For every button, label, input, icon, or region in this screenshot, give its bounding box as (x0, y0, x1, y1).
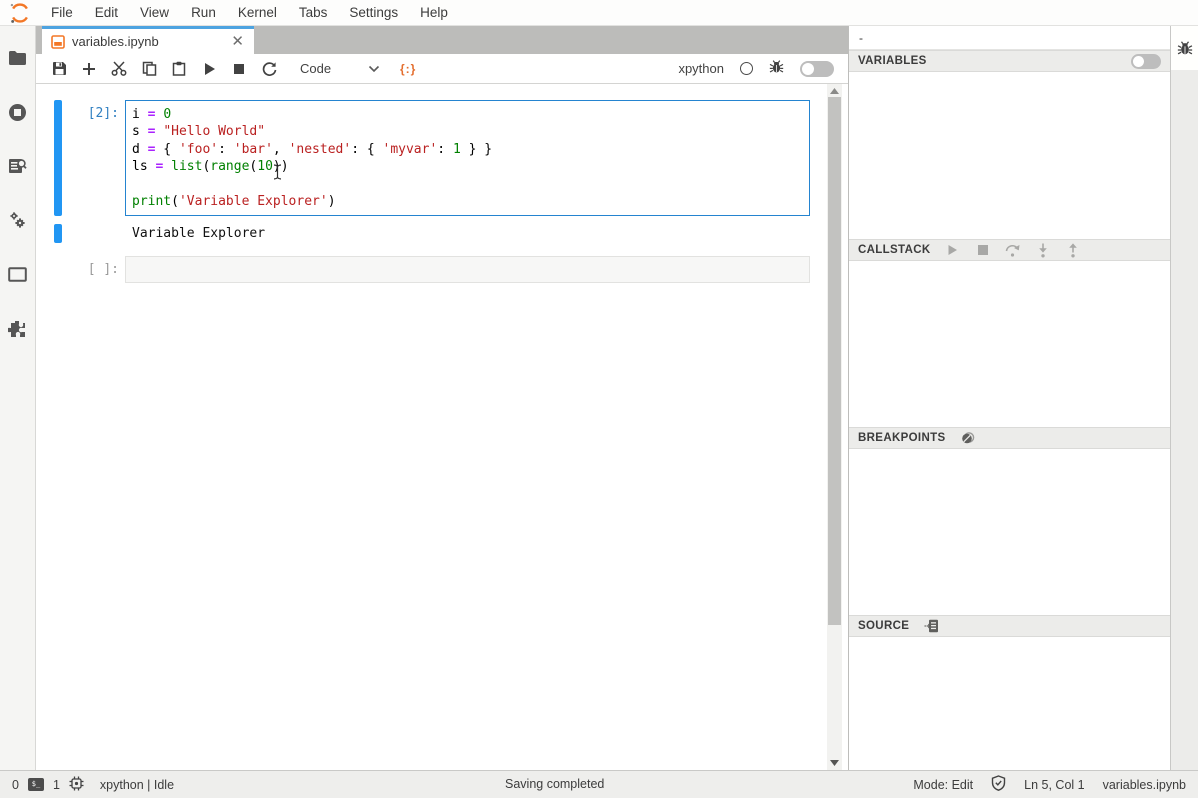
callstack-section-header[interactable]: CALLSTACK (849, 239, 1170, 261)
terminals-count: 0 (12, 778, 19, 792)
variables-section-header[interactable]: VARIABLES (849, 50, 1170, 72)
variables-toggle[interactable] (1131, 54, 1161, 69)
open-source-icon[interactable] (923, 618, 939, 634)
step-over-icon[interactable] (1005, 242, 1021, 258)
open-tabs-icon[interactable] (8, 264, 28, 284)
menu-help[interactable]: Help (409, 0, 459, 26)
empty-code-editor[interactable] (125, 256, 810, 283)
main-dock-panel: variables.ipynb ✕ (36, 26, 848, 770)
input-collapser-hidden (54, 256, 62, 283)
notebook-scrollbar[interactable] (827, 84, 842, 770)
cell-type-value: Code (300, 61, 331, 76)
input-collapser[interactable] (54, 100, 62, 216)
property-inspector-icon[interactable] (8, 156, 28, 176)
code-editor[interactable]: i = 0s = "Hello World"d = { 'foo': 'bar'… (125, 100, 810, 216)
status-bar: 0 $_ 1 xpython | Idle Saving completed M… (0, 770, 1198, 798)
empty-code-cell[interactable]: [ ]: (36, 256, 827, 283)
jupyterlab-window: File Edit View Run Kernel Tabs Settings … (0, 0, 1198, 798)
terminate-icon[interactable] (975, 242, 991, 258)
active-file-name: variables.ipynb (1103, 778, 1186, 792)
kernel-chip-icon (69, 776, 84, 794)
scrollbar-thumb[interactable] (828, 97, 841, 625)
tab-title: variables.ipynb (72, 34, 222, 49)
stop-kernel-icon[interactable] (224, 56, 254, 82)
callstack-body (849, 261, 1170, 427)
sessions-indicator[interactable]: 0 $_ 1 (12, 776, 84, 794)
toggle-knob (802, 63, 814, 75)
debugger-bug-icon (1177, 40, 1193, 56)
trust-shield-icon[interactable] (991, 775, 1006, 794)
status-message: Saving completed (505, 771, 604, 798)
source-body (849, 637, 1170, 770)
source-label: SOURCE (858, 620, 909, 632)
step-out-icon[interactable] (1065, 242, 1081, 258)
format-braces-icon[interactable]: {:} (400, 62, 416, 76)
debugger-panel-title: - (849, 26, 1170, 50)
add-cell-icon[interactable] (74, 56, 104, 82)
extension-puzzle-icon[interactable] (8, 318, 28, 338)
breakpoints-section-header[interactable]: BREAKPOINTS (849, 427, 1170, 449)
tab-close-icon[interactable]: ✕ (229, 34, 246, 49)
gears-icon[interactable] (8, 210, 28, 230)
dock-tabbar: variables.ipynb ✕ (36, 26, 848, 54)
variables-body (849, 72, 1170, 239)
debugger-panel: - VARIABLES CALLSTACK (848, 26, 1170, 770)
debugger-toggle[interactable] (800, 61, 834, 77)
callstack-label: CALLSTACK (858, 244, 931, 256)
copy-cell-icon[interactable] (134, 56, 164, 82)
step-in-icon[interactable] (1035, 242, 1051, 258)
cell-output-row: Variable Explorer (36, 224, 827, 243)
kernel-name-button[interactable]: xpython (678, 61, 724, 76)
run-cell-icon[interactable] (194, 56, 224, 82)
empty-input-prompt: [ ]: (62, 256, 125, 283)
breakpoints-body (849, 449, 1170, 615)
output-prompt-spacer (62, 224, 125, 243)
cursor-position[interactable]: Ln 5, Col 1 (1024, 778, 1084, 792)
menu-kernel[interactable]: Kernel (227, 0, 288, 26)
menu-edit[interactable]: Edit (84, 0, 129, 26)
kernel-status-text[interactable]: xpython | Idle (100, 778, 174, 792)
menu-file[interactable]: File (40, 0, 84, 26)
cut-cell-icon[interactable] (104, 56, 134, 82)
left-sidebar (0, 26, 36, 770)
chevron-down-icon (368, 65, 380, 73)
kernel-status-icon[interactable] (740, 62, 753, 75)
right-sidebar-strip (1170, 26, 1198, 770)
cell-output-text: Variable Explorer (125, 224, 265, 243)
menu-run[interactable]: Run (180, 0, 227, 26)
scroll-up-icon[interactable] (827, 85, 842, 97)
output-collapser[interactable] (54, 224, 62, 243)
notebook-icon (51, 35, 65, 49)
cell-type-select[interactable]: Code (294, 59, 386, 78)
mode-indicator[interactable]: Mode: Edit (913, 778, 973, 792)
scroll-down-icon[interactable] (827, 757, 842, 769)
save-icon[interactable] (44, 56, 74, 82)
kernels-count: 1 (53, 778, 60, 792)
jupyter-logo-icon (9, 2, 31, 24)
input-prompt: [2]: (62, 100, 125, 216)
terminal-icon: $_ (28, 778, 44, 791)
running-sessions-icon[interactable] (8, 102, 28, 122)
menu-view[interactable]: View (129, 0, 180, 26)
menu-settings[interactable]: Settings (338, 0, 409, 26)
notebook-toolbar: Code {:} xpython (36, 54, 848, 84)
code-cell-active[interactable]: [2]: i = 0s = "Hello World"d = { 'foo': … (36, 100, 827, 216)
restart-kernel-icon[interactable] (254, 56, 284, 82)
menu-tabs[interactable]: Tabs (288, 0, 339, 26)
paste-cell-icon[interactable] (164, 56, 194, 82)
bug-icon[interactable] (769, 59, 784, 79)
notebook-content: [2]: i = 0s = "Hello World"d = { 'foo': … (36, 84, 827, 770)
source-section-header[interactable]: SOURCE (849, 615, 1170, 637)
variables-label: VARIABLES (858, 55, 927, 67)
menubar: File Edit View Run Kernel Tabs Settings … (0, 0, 1198, 26)
continue-icon[interactable] (945, 242, 961, 258)
breakpoints-label: BREAKPOINTS (858, 432, 946, 444)
code-editor-lines: i = 0s = "Hello World"d = { 'foo': 'bar'… (132, 106, 803, 210)
debugger-tab[interactable] (1171, 26, 1198, 70)
file-browser-icon[interactable] (8, 48, 28, 68)
remove-all-breakpoints-icon[interactable] (960, 430, 976, 446)
tab-variables-ipynb[interactable]: variables.ipynb ✕ (42, 26, 254, 54)
notebook-area: [2]: i = 0s = "Hello World"d = { 'foo': … (36, 84, 848, 770)
